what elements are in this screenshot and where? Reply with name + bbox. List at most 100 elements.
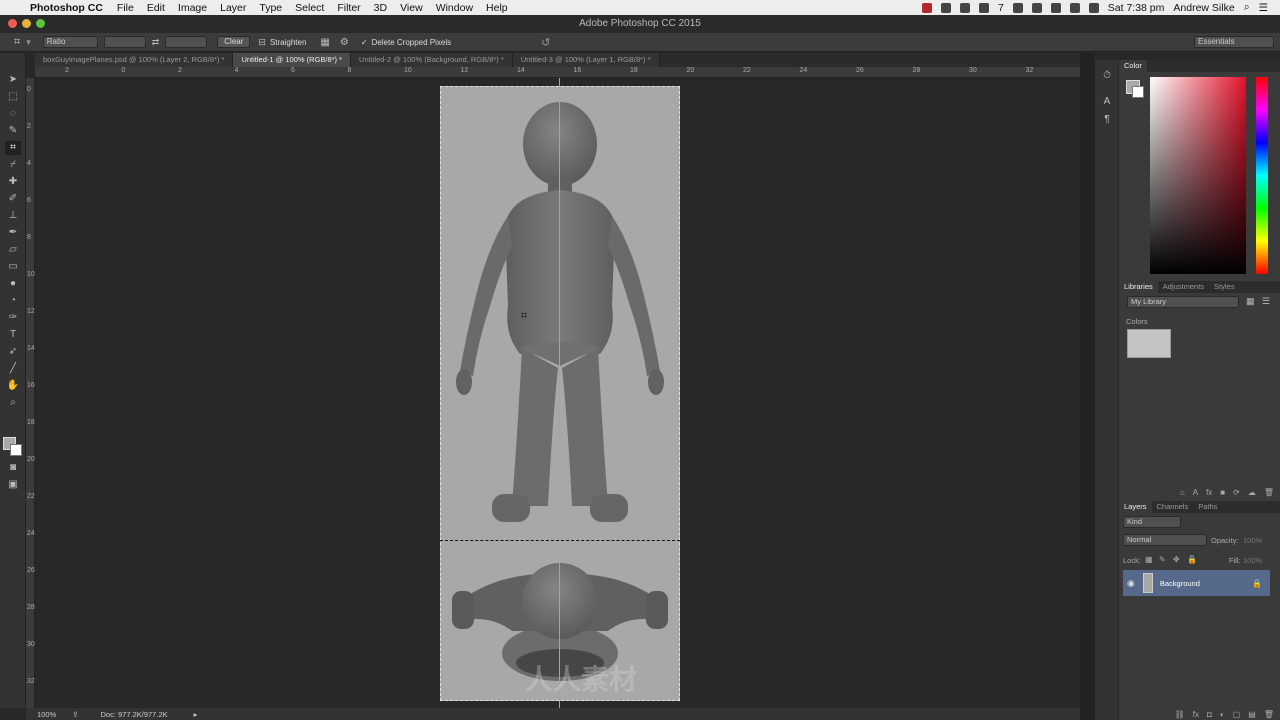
airplay-icon[interactable] xyxy=(1012,2,1023,13)
clock[interactable]: Sat 7:38 pm xyxy=(1108,2,1165,14)
add-graphic-icon[interactable]: ⌂ xyxy=(1180,488,1185,497)
brush-tool-icon[interactable]: ✐ xyxy=(5,192,21,206)
ratio-dropdown[interactable]: Ratio xyxy=(42,36,98,48)
line-tool-icon[interactable]: ╱ xyxy=(5,362,21,376)
eraser-tool-icon[interactable]: ▱ xyxy=(5,243,21,257)
pen-tool-icon[interactable]: ✑ xyxy=(5,311,21,325)
history-panel-icon[interactable]: ⏱ xyxy=(1100,70,1114,81)
blur-tool-icon[interactable]: ● xyxy=(5,277,21,291)
add-layer-style-icon[interactable]: fx xyxy=(1206,488,1212,497)
bluetooth-icon[interactable] xyxy=(1050,2,1061,13)
add-mask-icon[interactable]: ◘ xyxy=(1207,710,1212,719)
menu-type[interactable]: Type xyxy=(259,2,282,14)
hue-slider[interactable] xyxy=(1256,77,1268,274)
lock-all-icon[interactable]: 🔒 xyxy=(1187,555,1197,564)
tab-boxguy[interactable]: boxGuyImagePlanes.psd @ 100% (Layer 2, R… xyxy=(35,53,234,67)
document-canvas[interactable] xyxy=(440,86,680,701)
menu-image[interactable]: Image xyxy=(178,2,207,14)
delete-cropped-checkbox[interactable]: ✓ xyxy=(361,38,368,47)
menu-layer[interactable]: Layer xyxy=(220,2,246,14)
app-menu[interactable]: Photoshop CC xyxy=(30,2,103,14)
color-panel-background-swatch[interactable] xyxy=(1132,86,1144,98)
tab-paths[interactable]: Paths xyxy=(1193,501,1222,513)
reset-icon[interactable]: ↺ xyxy=(541,36,550,49)
visibility-eye-icon[interactable]: ◉ xyxy=(1127,578,1135,589)
sync-icon[interactable]: ⟳ xyxy=(1233,488,1240,497)
horizontal-ruler[interactable]: 2 0 2 4 6 8 10 12 14 16 18 20 22 24 26 28 30 32 xyxy=(35,67,1080,78)
zoom-tool-icon[interactable]: ⌕ xyxy=(5,396,21,410)
background-color-swatch[interactable] xyxy=(10,444,22,456)
layer-row-background[interactable]: ◉ Background 🔒 xyxy=(1123,570,1270,596)
link-layers-icon[interactable]: ⛓ xyxy=(1175,710,1185,719)
fx-icon[interactable]: fx xyxy=(1193,710,1199,719)
workspace-dropdown[interactable]: Essentials xyxy=(1194,36,1274,48)
swap-icon[interactable]: ⇄ xyxy=(152,37,160,48)
vertical-guide[interactable] xyxy=(559,78,560,708)
tab-channels[interactable]: Channels xyxy=(1152,501,1194,513)
layer-name[interactable]: Background xyxy=(1160,579,1200,588)
straighten-button[interactable]: Straighten xyxy=(270,38,306,47)
type-tool-icon[interactable]: T xyxy=(5,328,21,342)
wifi-icon[interactable] xyxy=(1069,2,1080,13)
screen-mode-icon[interactable]: ▣ xyxy=(5,478,21,492)
user-name[interactable]: Andrew Silke xyxy=(1173,2,1234,14)
volume-icon[interactable] xyxy=(1088,2,1099,13)
tab-styles[interactable]: Styles xyxy=(1209,281,1239,293)
tab-adjustments[interactable]: Adjustments xyxy=(1158,281,1209,293)
menu-select[interactable]: Select xyxy=(295,2,324,14)
grid-view-icon[interactable]: ▦ xyxy=(1246,296,1255,307)
healing-brush-tool-icon[interactable]: ✚ xyxy=(5,175,21,189)
fill-value[interactable]: 100% xyxy=(1243,556,1262,565)
quick-select-tool-icon[interactable]: ✎ xyxy=(5,124,21,138)
tab-untitled-1[interactable]: Untitled-1 @ 100% (RGB/8*) * xyxy=(233,53,352,67)
character-panel-icon[interactable]: A xyxy=(1100,96,1114,107)
clone-stamp-tool-icon[interactable]: ⊥ xyxy=(5,209,21,223)
tab-untitled-3[interactable]: Untitled-3 @ 100% (Layer 1, RGB/8*) * xyxy=(512,53,660,67)
hand-tool-icon[interactable]: ✋ xyxy=(5,379,21,393)
opacity-value[interactable]: 100% xyxy=(1243,536,1262,545)
share-icon[interactable]: ⇪ xyxy=(72,710,78,719)
library-color-swatch[interactable] xyxy=(1127,329,1171,358)
marquee-tool-icon[interactable]: ⬚ xyxy=(5,90,21,104)
crop-tool-icon[interactable]: ⌗ xyxy=(5,141,21,155)
trash-icon[interactable]: 🗑 xyxy=(1264,488,1274,497)
menu-file[interactable]: File xyxy=(117,2,134,14)
path-selection-tool-icon[interactable]: ➶ xyxy=(5,345,21,359)
preset-chevron-icon[interactable]: ▾ xyxy=(26,37,31,48)
cloud-icon[interactable] xyxy=(959,2,970,13)
straighten-icon[interactable]: ⊟ xyxy=(258,37,266,48)
menu-filter[interactable]: Filter xyxy=(337,2,360,14)
delete-layer-icon[interactable]: 🗑 xyxy=(1264,710,1274,719)
search-icon[interactable]: ⌕ xyxy=(1244,1,1250,14)
list-view-icon[interactable]: ☰ xyxy=(1262,296,1270,307)
tab-libraries[interactable]: Libraries xyxy=(1119,281,1158,293)
paragraph-panel-icon[interactable]: ¶ xyxy=(1100,114,1114,125)
time-machine-icon[interactable] xyxy=(1031,2,1042,13)
status-menu-arrow-icon[interactable]: ▸ xyxy=(194,710,198,719)
lock-position-icon[interactable]: ✥ xyxy=(1173,555,1180,564)
layer-kind-filter[interactable]: Kind xyxy=(1123,516,1181,528)
vertical-ruler[interactable]: 0 2 4 6 8 10 12 14 16 18 20 22 24 26 28 30 32 xyxy=(26,78,35,708)
lock-transparency-icon[interactable]: ▦ xyxy=(1145,555,1153,564)
new-layer-icon[interactable]: ▤ xyxy=(1248,710,1256,719)
app-status-icon[interactable] xyxy=(921,2,932,13)
gear-icon[interactable]: ⚙ xyxy=(340,37,349,48)
canvas-workspace[interactable]: ⌗ 人人素材 xyxy=(35,78,1080,708)
battery-indicator[interactable]: 7 xyxy=(998,2,1004,14)
gradient-tool-icon[interactable]: ▭ xyxy=(5,260,21,274)
menu-help[interactable]: Help xyxy=(486,2,508,14)
lasso-tool-icon[interactable]: ◌ xyxy=(5,107,21,121)
history-brush-tool-icon[interactable]: ✒ xyxy=(5,226,21,240)
tab-untitled-2[interactable]: Untitled-2 @ 100% (Background, RGB/8*) * xyxy=(351,53,513,67)
dodge-tool-icon[interactable]: ◔ xyxy=(5,294,21,308)
tab-color[interactable]: Color xyxy=(1119,60,1147,72)
cloud-sync-icon[interactable] xyxy=(978,2,989,13)
menu-edit[interactable]: Edit xyxy=(147,2,165,14)
blend-mode-dropdown[interactable]: Normal xyxy=(1123,534,1207,546)
add-color-icon[interactable]: ■ xyxy=(1220,488,1225,497)
add-character-style-icon[interactable]: A xyxy=(1193,488,1198,497)
eyedropper-tool-icon[interactable]: ⌿ xyxy=(5,158,21,172)
menu-view[interactable]: View xyxy=(400,2,423,14)
ratio-height-field[interactable] xyxy=(165,36,208,48)
tab-layers[interactable]: Layers xyxy=(1119,501,1152,513)
